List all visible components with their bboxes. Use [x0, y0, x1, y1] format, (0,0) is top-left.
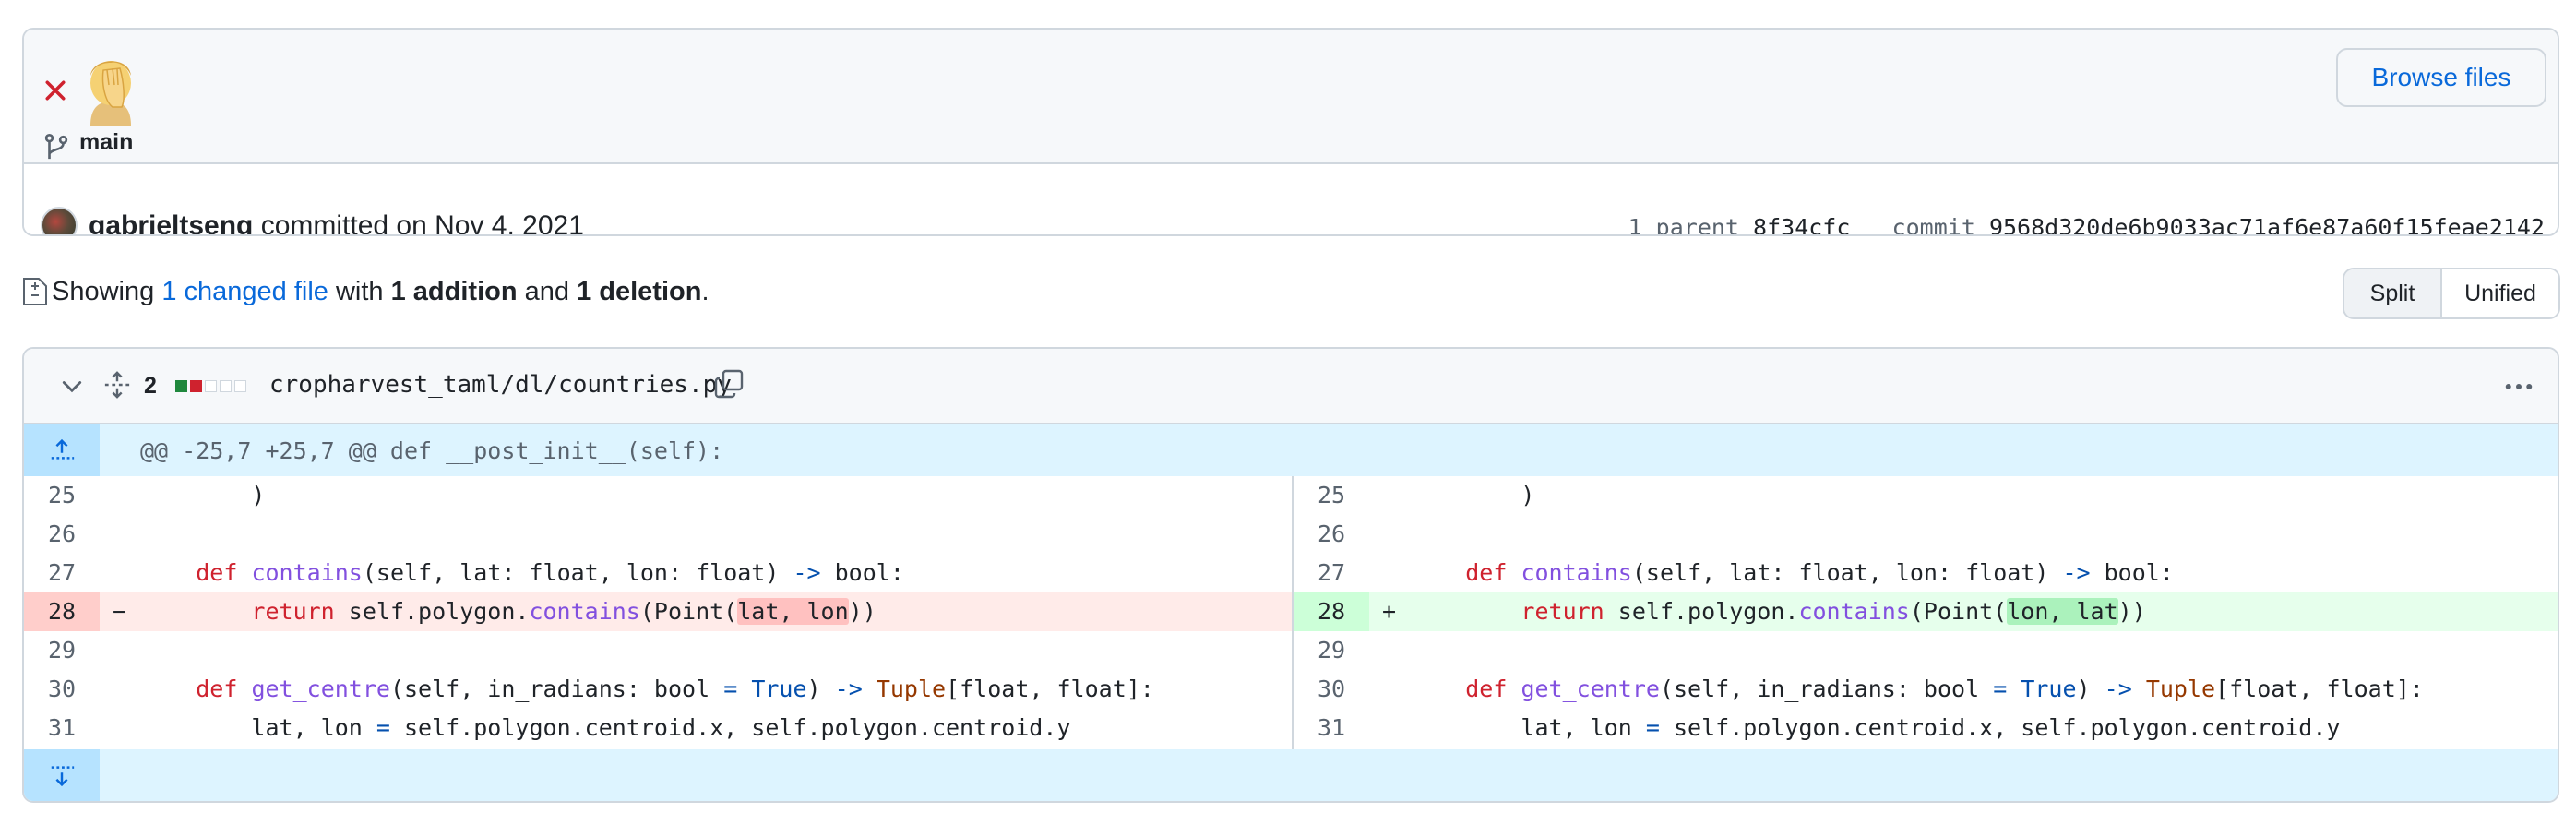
code-text: return self.polygon.contains(Point(lon, …	[1521, 598, 2146, 625]
diff-line-deletion: 28 − return self.polygon.contains(Point(…	[24, 592, 1292, 631]
commit-date: committed on Nov 4, 2021	[260, 210, 584, 236]
diff-line: 31 lat, lon = self.polygon.centroid.x, s…	[24, 709, 1292, 747]
diff-line: 25 )	[24, 476, 1292, 515]
split-view-button[interactable]: Split	[2344, 269, 2442, 317]
kebab-horizontal-icon[interactable]	[2500, 373, 2537, 401]
code-text: def get_centre(self, in_radians: bool = …	[196, 676, 1154, 702]
line-number[interactable]: 30	[24, 670, 100, 709]
changed-token: lon, lat	[2007, 598, 2118, 625]
line-number[interactable]: 30	[1294, 670, 1369, 709]
git-branch-icon	[44, 133, 68, 160]
parent-label: 1 parent	[1628, 214, 1739, 236]
line-number[interactable]: 31	[1294, 709, 1369, 747]
file-header: 2 cropharvest_taml/dl/countries.py	[24, 349, 2558, 424]
summary-with: with	[335, 277, 384, 306]
change-count: 2	[144, 373, 157, 399]
line-number[interactable]: 29	[24, 631, 100, 670]
unfold-icon[interactable]	[103, 371, 131, 399]
deletion-marker: −	[113, 598, 127, 625]
line-number[interactable]: 25	[1294, 476, 1369, 515]
diff-right-side: 25 ) 26 27 def contains(self, lat: float…	[1294, 476, 2558, 749]
diffstat-del-block	[190, 380, 202, 392]
expand-up-icon	[51, 438, 75, 460]
expand-down-row	[24, 749, 2558, 801]
additions-count: 1 addition	[390, 277, 518, 306]
line-number[interactable]: 27	[24, 554, 100, 592]
diffstat-neutral-block	[220, 380, 232, 392]
addition-marker: +	[1382, 598, 1397, 625]
diffstat-neutral-block	[205, 380, 217, 392]
avatar[interactable]	[41, 207, 78, 234]
code-text: return self.polygon.contains(Point(lat, …	[251, 598, 877, 625]
commit-header: main Browse files gabrieltseng committed…	[22, 28, 2559, 236]
summary-showing: Showing	[52, 277, 155, 306]
diffstat-bar	[175, 380, 246, 392]
browse-files-button[interactable]: Browse files	[2336, 48, 2546, 107]
line-number[interactable]: 31	[24, 709, 100, 747]
file-diff-icon	[23, 278, 47, 305]
line-number[interactable]: 25	[24, 476, 100, 515]
diff-view-toggle: Split Unified	[2343, 268, 2560, 319]
diff-line: 29	[24, 631, 1292, 670]
code-text: )	[251, 482, 266, 508]
code-text: def contains(self, lat: float, lon: floa…	[1465, 559, 2174, 586]
diff-line-addition: 28 + return self.polygon.contains(Point(…	[1294, 592, 2558, 631]
summary-period: .	[701, 277, 710, 306]
code-text: def get_centre(self, in_radians: bool = …	[1465, 676, 2424, 702]
commit-author-line: gabrieltseng committed on Nov 4, 2021	[89, 210, 584, 236]
diffstat-add-block	[175, 380, 187, 392]
author-link[interactable]: gabrieltseng	[89, 210, 253, 234]
line-number[interactable]: 29	[1294, 631, 1369, 670]
line-number[interactable]: 28	[1294, 592, 1369, 631]
deletions-count: 1 deletion	[577, 277, 702, 306]
diff-summary: Showing 1 changed file with 1 addition a…	[52, 277, 710, 307]
unified-view-button[interactable]: Unified	[2442, 269, 2558, 317]
diff-line: 30 def get_centre(self, in_radians: bool…	[1294, 670, 2558, 709]
expand-down-icon	[51, 766, 75, 787]
code-text: lat, lon = self.polygon.centroid.x, self…	[1521, 714, 2341, 741]
commit-info-bar: gabrieltseng committed on Nov 4, 2021 1 …	[24, 164, 2558, 234]
parent-sha-link[interactable]: 8f34cfc	[1753, 214, 1850, 234]
line-number[interactable]: 26	[1294, 515, 1369, 554]
changed-files-link[interactable]: 1 changed file	[161, 277, 328, 306]
diff-line: 26	[24, 515, 1292, 554]
branch-name[interactable]: main	[79, 129, 133, 156]
file-path-link[interactable]: cropharvest_taml/dl/countries.py	[269, 371, 732, 399]
line-number[interactable]: 26	[24, 515, 100, 554]
diff-line: 25 )	[1294, 476, 2558, 515]
code-text: )	[1521, 482, 1535, 508]
commit-sha: 9568d320de6b9033ac71af6e87a60f15feae2142	[1988, 214, 2545, 236]
hunk-header-row: @@ -25,7 +25,7 @@ def __post_init__(self…	[24, 424, 2558, 476]
facepalm-emoji-icon	[90, 61, 131, 126]
chevron-down-icon[interactable]	[59, 373, 85, 399]
hunk-header: @@ -25,7 +25,7 @@ def __post_init__(self…	[140, 437, 724, 464]
diffstat-neutral-block	[234, 380, 246, 392]
diff-line: 30 def get_centre(self, in_radians: bool…	[24, 670, 1292, 709]
expand-down-button[interactable]	[24, 749, 100, 801]
diff-line: 26	[1294, 515, 2558, 554]
commit-meta: 1 parent 8f34cfc commit 9568d320de6b9033…	[1628, 214, 2545, 236]
diff-line: 29	[1294, 631, 2558, 670]
diff-line: 27 def contains(self, lat: float, lon: f…	[1294, 554, 2558, 592]
code-text: lat, lon = self.polygon.centroid.x, self…	[251, 714, 1071, 741]
commit-title-area: main Browse files	[24, 30, 2558, 164]
commit-label: commit	[1891, 214, 1975, 236]
copy-icon[interactable]	[714, 369, 744, 399]
file-diff: 2 cropharvest_taml/dl/countries.py @@ -2…	[22, 347, 2559, 803]
diff-line: 31 lat, lon = self.polygon.centroid.x, s…	[1294, 709, 2558, 747]
line-number[interactable]: 28	[24, 592, 100, 631]
changed-token: lat, lon	[737, 598, 849, 625]
expand-up-button[interactable]	[24, 424, 100, 476]
line-number[interactable]: 27	[1294, 554, 1369, 592]
diff-left-side: 25 ) 26 27 def contains(self, lat: float…	[24, 476, 1294, 749]
summary-and: and	[524, 277, 570, 306]
x-icon[interactable]	[42, 78, 68, 103]
diff-line: 27 def contains(self, lat: float, lon: f…	[24, 554, 1292, 592]
code-text: def contains(self, lat: float, lon: floa…	[196, 559, 904, 586]
